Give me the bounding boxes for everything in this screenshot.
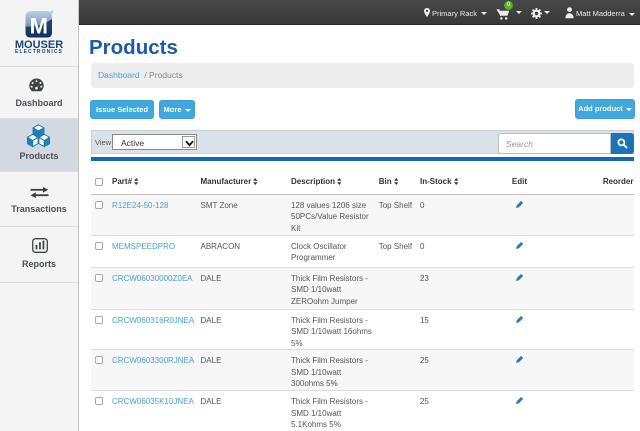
svg-text:®: ® xyxy=(51,11,53,15)
svg-text:M: M xyxy=(30,14,48,39)
